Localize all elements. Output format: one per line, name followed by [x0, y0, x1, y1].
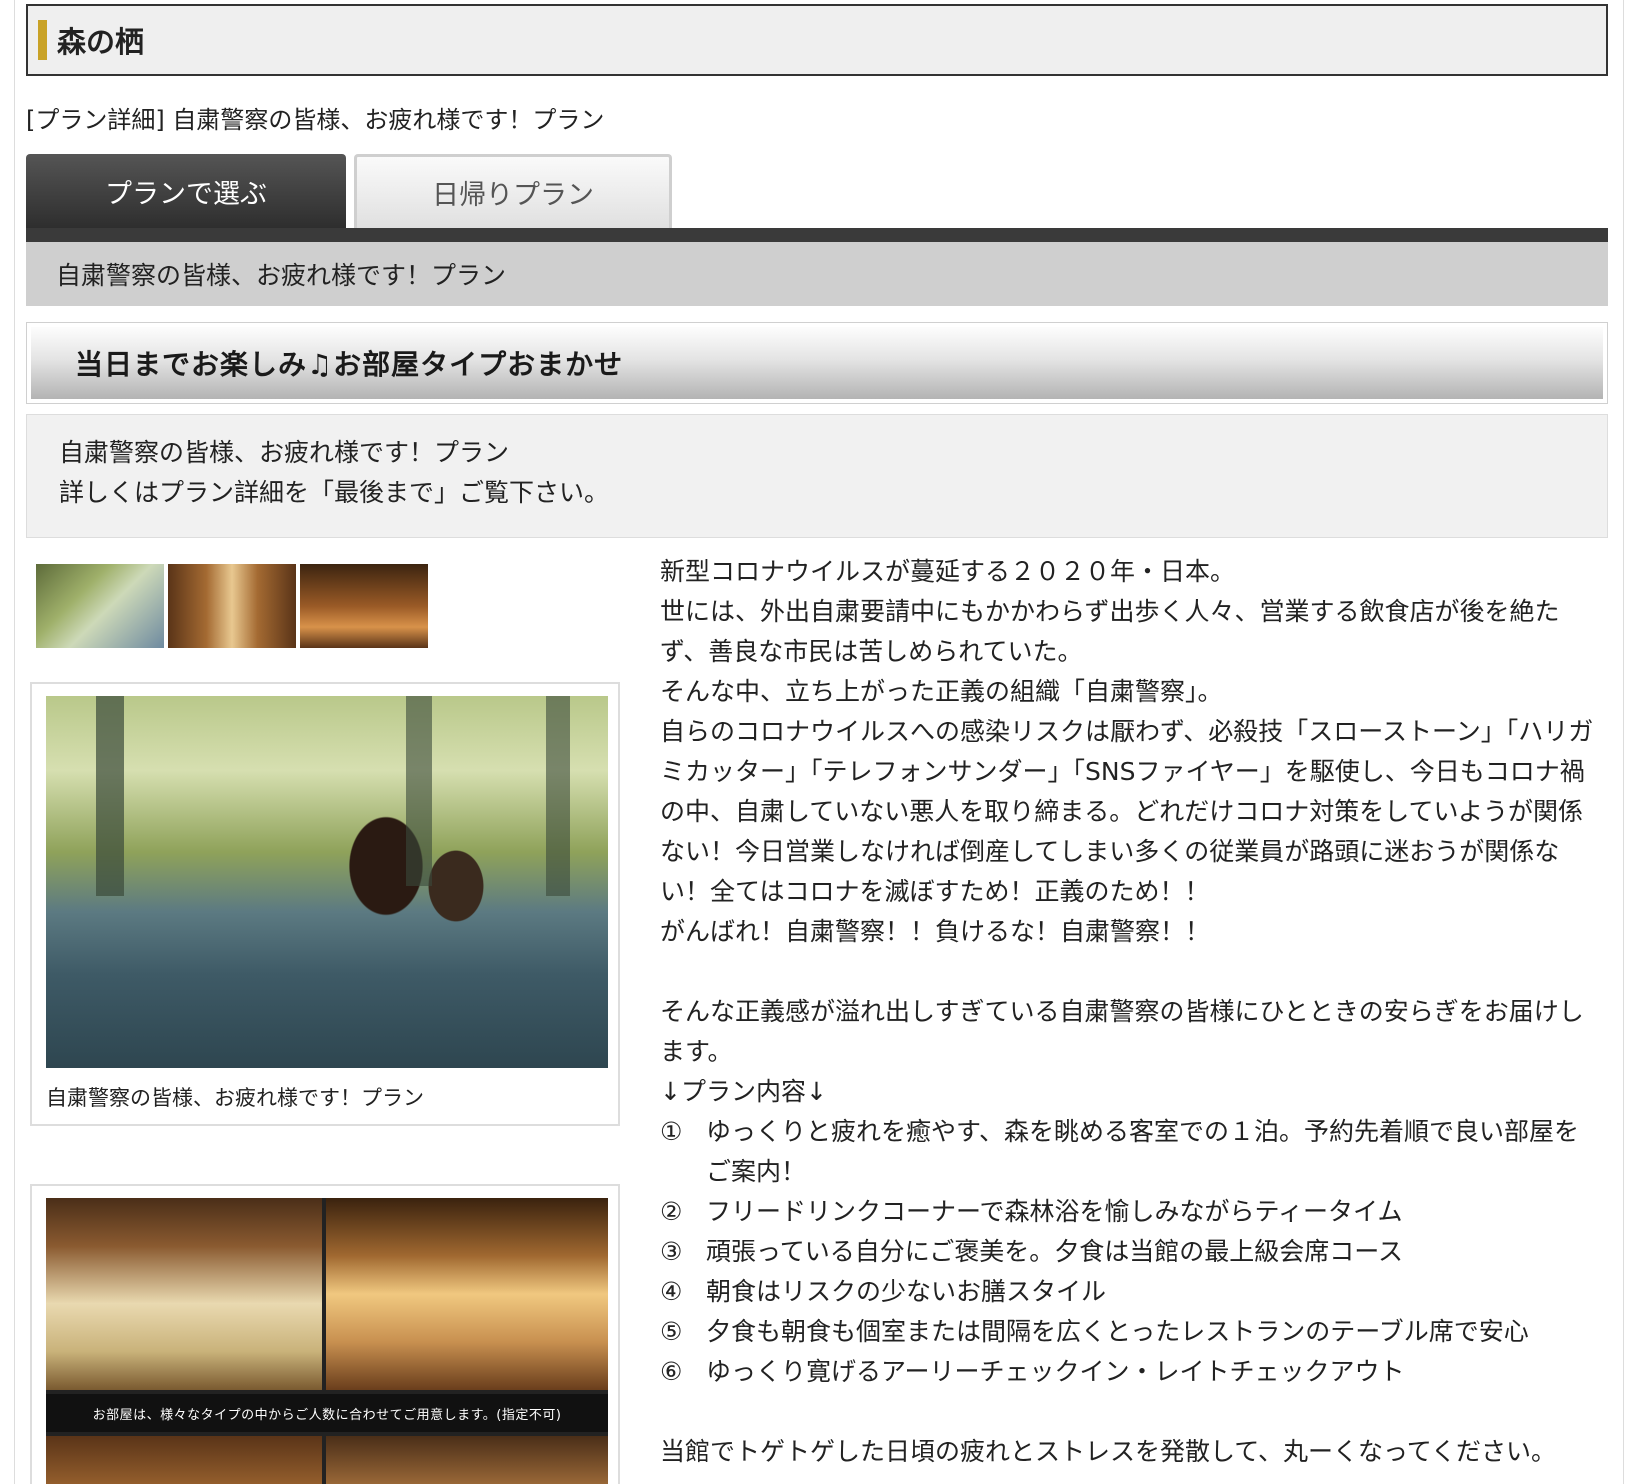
plan-title: 自粛警察の皆様、お疲れ様です！プラン	[26, 242, 1608, 306]
room-photo	[326, 1436, 608, 1484]
list-text: 頑張っている自分にご褒美を。夕食は当館の最上級会席コース	[706, 1237, 1404, 1266]
list-item: ③ 頑張っている自分にご褒美を。夕食は当館の最上級会席コース	[660, 1232, 1600, 1272]
list-text: ゆっくりと疲れを癒やす、森を眺める客室での１泊。予約先着順で良い部屋をご案内！	[706, 1117, 1580, 1186]
room-photo	[46, 1198, 322, 1390]
list-item: ① ゆっくりと疲れを癒やす、森を眺める客室での１泊。予約先着順で良い部屋をご案内！	[660, 1112, 1600, 1192]
thumbnail-bath[interactable]	[36, 564, 164, 648]
list-number: ⑥	[660, 1357, 683, 1386]
description-paragraph: 世には、外出自粛要請中にもかかわらず出歩く人々、営業する飲食店が後を絶たず、善良…	[660, 597, 1560, 666]
summary-line-1: 自粛警察の皆様、お疲れ様です！プラン	[59, 438, 510, 467]
thumbnail-lounge[interactable]	[300, 564, 428, 648]
window-frame	[546, 696, 570, 896]
list-text: 朝食はリスクの少ないお膳スタイル	[706, 1277, 1107, 1306]
plan-contents-list: ① ゆっくりと疲れを癒やす、森を眺める客室での１泊。予約先着順で良い部屋をご案内！…	[660, 1112, 1600, 1392]
list-text: 夕食も朝食も個室または間隔を広くとったレストランのテーブル席で安心	[706, 1317, 1529, 1346]
list-item: ② フリードリンクコーナーで森林浴を愉しみながらティータイム	[660, 1192, 1600, 1232]
header-accent-bar	[38, 20, 47, 60]
main-photo-card: 自粛警察の皆様、お疲れ様です！プラン	[30, 682, 620, 1126]
description-closing: 当館でトゲトゲした日頃の疲れとストレスを発散して、丸ーくなってください。	[660, 1437, 1557, 1466]
summary-line-2: 詳しくはプラン詳細を「最後まで」ご覧下さい。	[59, 478, 610, 507]
plan-banner: 当日までお楽しみ♫お部屋タイプおまかせ	[26, 322, 1608, 404]
plan-banner-text: 当日までお楽しみ♫お部屋タイプおまかせ	[31, 327, 1603, 399]
plan-summary: 自粛警察の皆様、お疲れ様です！プラン 詳しくはプラン詳細を「最後まで」ご覧下さい…	[26, 414, 1608, 538]
list-text: フリードリンクコーナーで森林浴を愉しみながらティータイム	[706, 1197, 1403, 1226]
thumbnail-corridor[interactable]	[168, 564, 296, 648]
tab-bar: プランで選ぶ 日帰りプラン	[26, 154, 672, 228]
tab-plan-select[interactable]: プランで選ぶ	[26, 154, 346, 228]
list-item: ④ 朝食はリスクの少ないお膳スタイル	[660, 1272, 1600, 1312]
rooms-photo: お部屋は、様々なタイプの中からご人数に合わせてご用意します。(指定不可)	[46, 1198, 608, 1484]
list-item: ⑤ 夕食も朝食も個室または間隔を広くとったレストランのテーブル席で安心	[660, 1312, 1600, 1352]
list-text: ゆっくり寛げるアーリーチェックイン・レイトチェックアウト	[706, 1357, 1405, 1386]
bath-photo	[46, 696, 608, 1068]
window-frame	[96, 696, 124, 896]
description-paragraph: 自らのコロナウイルスへの感染リスクは厭わず、必殺技「スローストーン」「ハリガミカ…	[660, 717, 1594, 906]
room-note: お部屋は、様々なタイプの中からご人数に合わせてご用意します。(指定不可)	[46, 1394, 608, 1432]
thumbnail-strip	[36, 564, 428, 648]
description-paragraph: がんばれ！自粛警察！！負けるな！自粛警察！！	[660, 917, 1211, 946]
description-intro: そんな正義感が溢れ出しすぎている自粛警察の皆様にひとときの安らぎをお届けします。	[660, 997, 1584, 1066]
list-heading: ↓プラン内容↓	[660, 1077, 827, 1106]
list-number: ③	[660, 1237, 683, 1266]
room-photo	[46, 1436, 322, 1484]
rooms-photo-card: お部屋は、様々なタイプの中からご人数に合わせてご用意します。(指定不可)	[30, 1184, 620, 1484]
breadcrumb: [プラン詳細] 自粛警察の皆様、お疲れ様です！プラン	[26, 106, 605, 134]
list-item: ⑥ ゆっくり寛げるアーリーチェックイン・レイトチェックアウト	[660, 1352, 1600, 1392]
hotel-header: 森の栖	[26, 4, 1608, 76]
tab-day-trip[interactable]: 日帰りプラン	[354, 154, 672, 228]
window-frame	[406, 696, 432, 886]
room-photo	[326, 1198, 608, 1390]
description-paragraph: そんな中、立ち上がった正義の組織「自粛警察」。	[660, 677, 1223, 706]
description-paragraph: 新型コロナウイルスが蔓延する２０２０年・日本。	[660, 557, 1236, 586]
list-number: ②	[660, 1197, 683, 1226]
list-number: ①	[660, 1117, 683, 1146]
list-number: ⑤	[660, 1317, 683, 1346]
list-number: ④	[660, 1277, 683, 1306]
tab-underline	[26, 228, 1608, 242]
hotel-name: 森の栖	[57, 25, 145, 59]
plan-description: 新型コロナウイルスが蔓延する２０２０年・日本。 世には、外出自粛要請中にもかかわ…	[660, 552, 1600, 1472]
photo-caption: 自粛警察の皆様、お疲れ様です！プラン	[46, 1086, 424, 1110]
